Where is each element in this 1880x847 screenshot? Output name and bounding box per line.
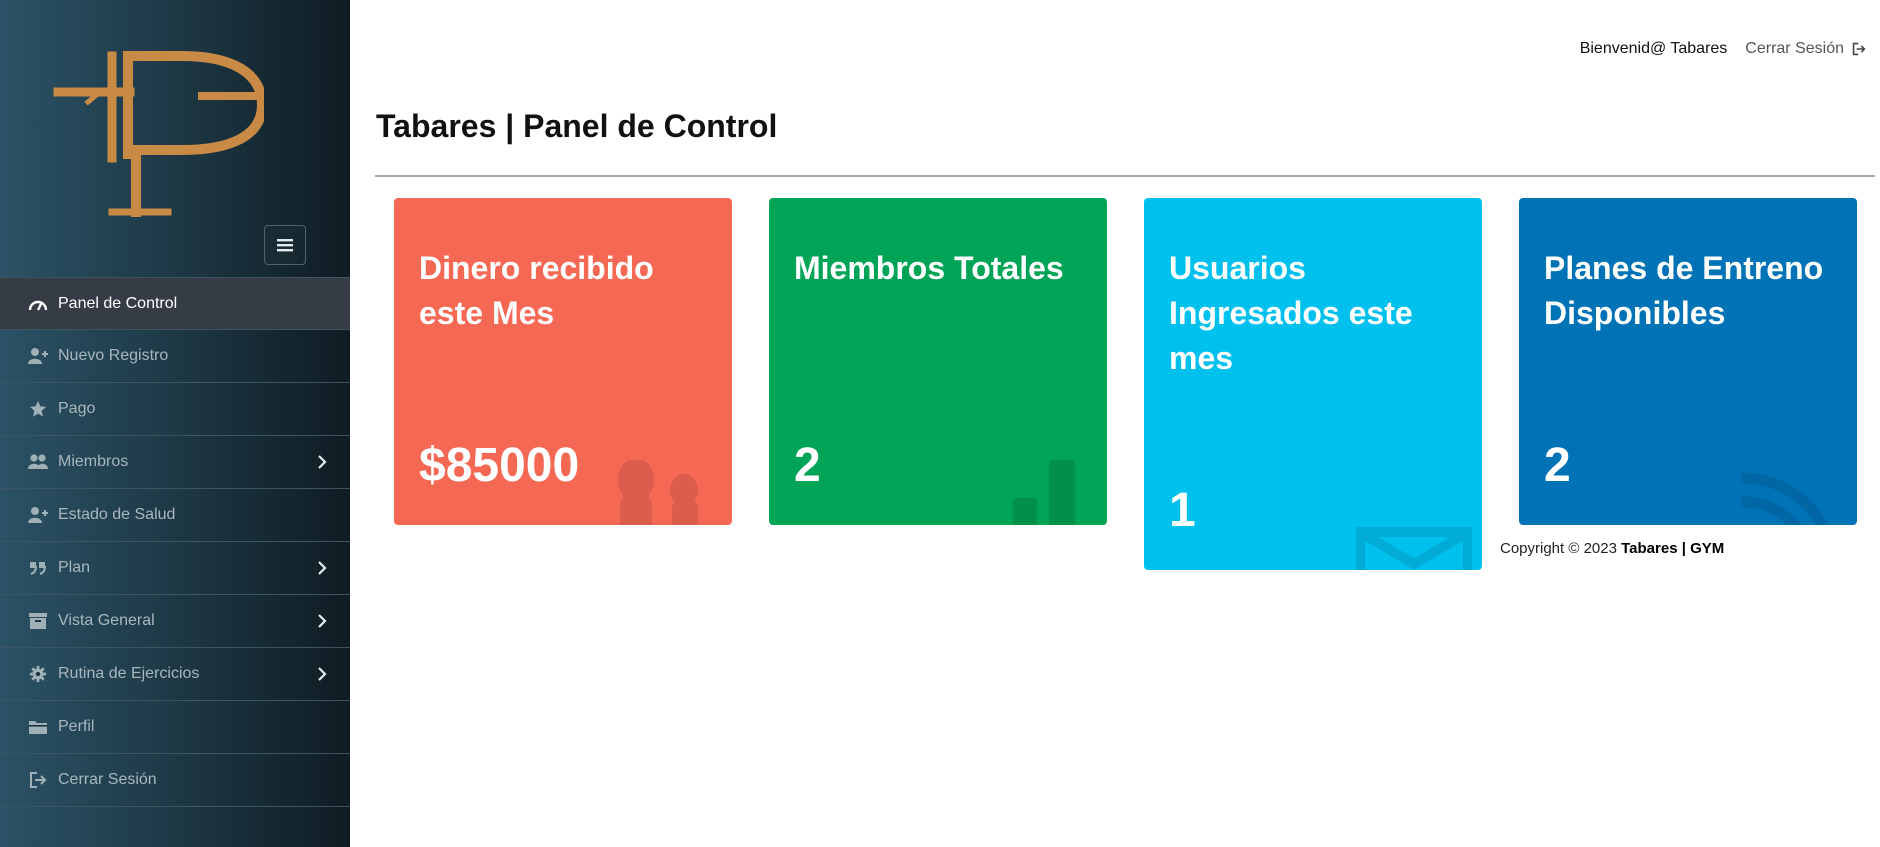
- top-bar: Bienvenid@ Tabares Cerrar Sesión: [1580, 38, 1880, 60]
- page-title: Tabares | Panel de Control: [376, 108, 778, 144]
- rss-icon: [1740, 472, 1829, 525]
- stat-card-plans: Planes de Entreno Disponibles 2: [1519, 198, 1857, 525]
- folder-icon: [28, 717, 48, 737]
- envelope-icon: [1356, 527, 1472, 570]
- sidebar-item-nuevo-registro[interactable]: Nuevo Registro: [0, 330, 350, 383]
- star-icon: [28, 399, 48, 419]
- sidebar-item-label: Cerrar Sesión: [58, 771, 157, 788]
- chevron-right-icon: [318, 455, 327, 469]
- user-plus-icon: [28, 346, 48, 366]
- gear-icon: [28, 664, 48, 684]
- users-icon: [28, 452, 48, 472]
- archive-icon: [28, 611, 48, 631]
- quote-icon: [28, 558, 48, 578]
- card-title: Usuarios Ingresados este mes: [1169, 250, 1413, 376]
- sidebar-item-cerrar-sesion[interactable]: Cerrar Sesión: [0, 754, 350, 807]
- users-icon: [618, 460, 698, 525]
- card-value: 2: [1544, 439, 1571, 492]
- sidebar-toggle-button[interactable]: [264, 225, 306, 265]
- card-title: Miembros Totales: [794, 250, 1064, 286]
- dashboard-icon: [28, 294, 48, 314]
- copyright-brand: Tabares | GYM: [1621, 540, 1725, 557]
- sidebar-item-label: Panel de Control: [58, 294, 178, 312]
- chevron-right-icon: [318, 667, 327, 681]
- stat-card-money: Dinero recibido este Mes $85000: [394, 198, 732, 525]
- copyright-text: Copyright © 2023: [1500, 540, 1622, 557]
- logout-label: Cerrar Sesión: [1745, 40, 1844, 57]
- card-title: Planes de Entreno Disponibles: [1544, 250, 1824, 331]
- chevron-right-icon: [318, 561, 327, 575]
- sidebar-item-estado-de-salud[interactable]: Estado de Salud: [0, 489, 350, 542]
- hamburger-icon: [277, 239, 293, 252]
- card-title: Dinero recibido este Mes: [419, 250, 654, 331]
- sidebar-menu: Panel de Control Nuevo Registro Pago Mie…: [0, 277, 350, 807]
- card-value: 1: [1169, 484, 1196, 537]
- card-value: $85000: [419, 439, 580, 492]
- user-plus-icon: [28, 505, 48, 525]
- sidebar-item-label: Pago: [58, 400, 96, 417]
- sidebar-item-label: Plan: [58, 559, 91, 576]
- logout-link[interactable]: Cerrar Sesión: [1745, 40, 1866, 58]
- welcome-text: Bienvenid@ Tabares: [1579, 40, 1728, 57]
- sidebar-item-label: Nuevo Registro: [58, 347, 169, 364]
- sidebar-item-label: Vista General: [58, 612, 155, 629]
- sidebar: Panel de Control Nuevo Registro Pago Mie…: [0, 0, 350, 847]
- sidebar-item-pago[interactable]: Pago: [0, 383, 350, 436]
- stat-card-users: Usuarios Ingresados este mes 1: [1144, 198, 1482, 570]
- chevron-right-icon: [318, 614, 327, 628]
- copyright: Copyright © 2023 Tabares | GYM: [1500, 540, 1724, 557]
- sidebar-item-label: Perfil: [58, 718, 95, 735]
- sign-out-icon: [28, 770, 48, 790]
- sidebar-item-vista-general[interactable]: Vista General: [0, 595, 350, 648]
- bar-chart-icon: [1013, 460, 1075, 525]
- sidebar-item-panel-de-control[interactable]: Panel de Control: [0, 277, 350, 330]
- stat-card-members: Miembros Totales 2: [769, 198, 1107, 525]
- logo: [53, 51, 264, 217]
- sidebar-item-rutina-de-ejercicios[interactable]: Rutina de Ejercicios: [0, 648, 350, 701]
- sidebar-item-label: Rutina de Ejercicios: [58, 665, 200, 682]
- card-value: 2: [794, 439, 821, 492]
- divider: [375, 175, 1875, 177]
- sidebar-item-plan[interactable]: Plan: [0, 542, 350, 595]
- sign-out-icon: [1852, 42, 1866, 56]
- sidebar-item-perfil[interactable]: Perfil: [0, 701, 350, 754]
- sidebar-item-label: Estado de Salud: [58, 506, 176, 523]
- sidebar-item-label: Miembros: [58, 453, 129, 470]
- sidebar-item-miembros[interactable]: Miembros: [0, 436, 350, 489]
